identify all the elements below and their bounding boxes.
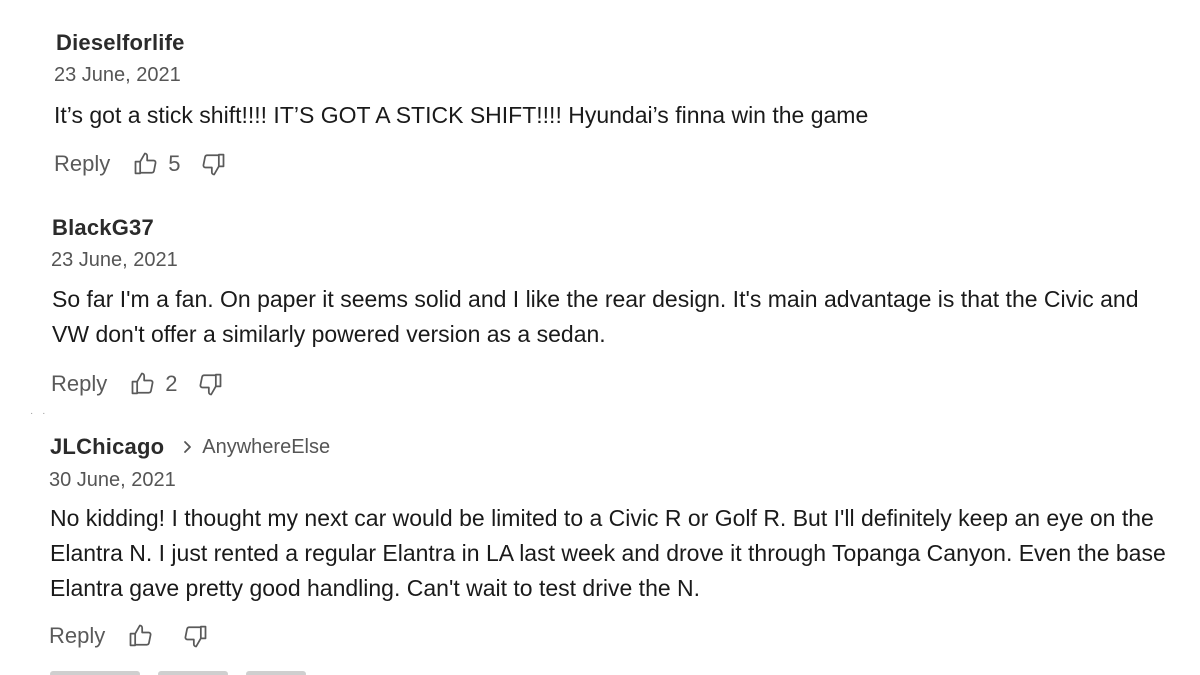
comment-date: 30 June, 2021 <box>49 469 176 491</box>
upvote-button[interactable] <box>127 622 155 650</box>
upvote-count: 2 <box>165 371 178 396</box>
thumbs-down-icon <box>202 153 224 176</box>
comment-header: JLChicago AnywhereElse <box>50 434 330 460</box>
reply-button[interactable]: Reply <box>54 151 110 177</box>
comment-date: 23 June, 2021 <box>51 249 178 271</box>
thumbs-down-icon <box>184 625 207 648</box>
clipped-text <box>246 671 306 675</box>
clipped-author <box>50 671 140 675</box>
comment-author[interactable]: BlackG37 <box>52 215 154 241</box>
comment-author[interactable]: JLChicago <box>50 434 164 460</box>
comment-body: No kidding! I thought my next car would … <box>50 505 1166 601</box>
thumbs-down-icon <box>199 373 221 396</box>
comment-list: Dieselforlife 23 June, 2021 It’s got a s… <box>0 0 1200 675</box>
clipped-reply-to <box>158 671 228 675</box>
comment-date: 23 June, 2021 <box>54 64 181 86</box>
thumbs-up-icon <box>129 624 152 647</box>
comment-header: BlackG37 <box>52 215 154 241</box>
comment-actions: Reply 2 <box>51 370 224 398</box>
reply-to-link[interactable]: AnywhereElse <box>182 436 330 459</box>
comment-author[interactable]: Dieselforlife <box>56 30 185 56</box>
upvote-count: 5 <box>168 151 181 176</box>
next-comment-clipped <box>50 664 370 675</box>
upvote-button[interactable]: 2 <box>129 370 195 398</box>
comment-body: So far I'm a fan. On paper it seems soli… <box>52 286 1139 347</box>
downvote-button[interactable] <box>199 150 227 178</box>
downvote-button[interactable] <box>196 370 224 398</box>
comment-body: It’s got a stick shift!!!! IT’S GOT A ST… <box>54 102 869 128</box>
reply-button[interactable]: Reply <box>49 623 105 649</box>
thumbs-up-icon <box>134 152 157 175</box>
thread-line-marker: · · <box>30 408 49 419</box>
reply-button[interactable]: Reply <box>51 371 107 397</box>
downvote-button[interactable] <box>181 622 209 650</box>
chevron-right-icon <box>184 441 192 453</box>
comment-header: Dieselforlife <box>56 30 185 56</box>
comment-actions: Reply <box>49 622 209 650</box>
comment-actions: Reply 5 <box>54 150 227 178</box>
upvote-button[interactable]: 5 <box>132 150 198 178</box>
thumbs-up-icon <box>131 372 154 395</box>
reply-to-user: AnywhereElse <box>202 435 331 458</box>
